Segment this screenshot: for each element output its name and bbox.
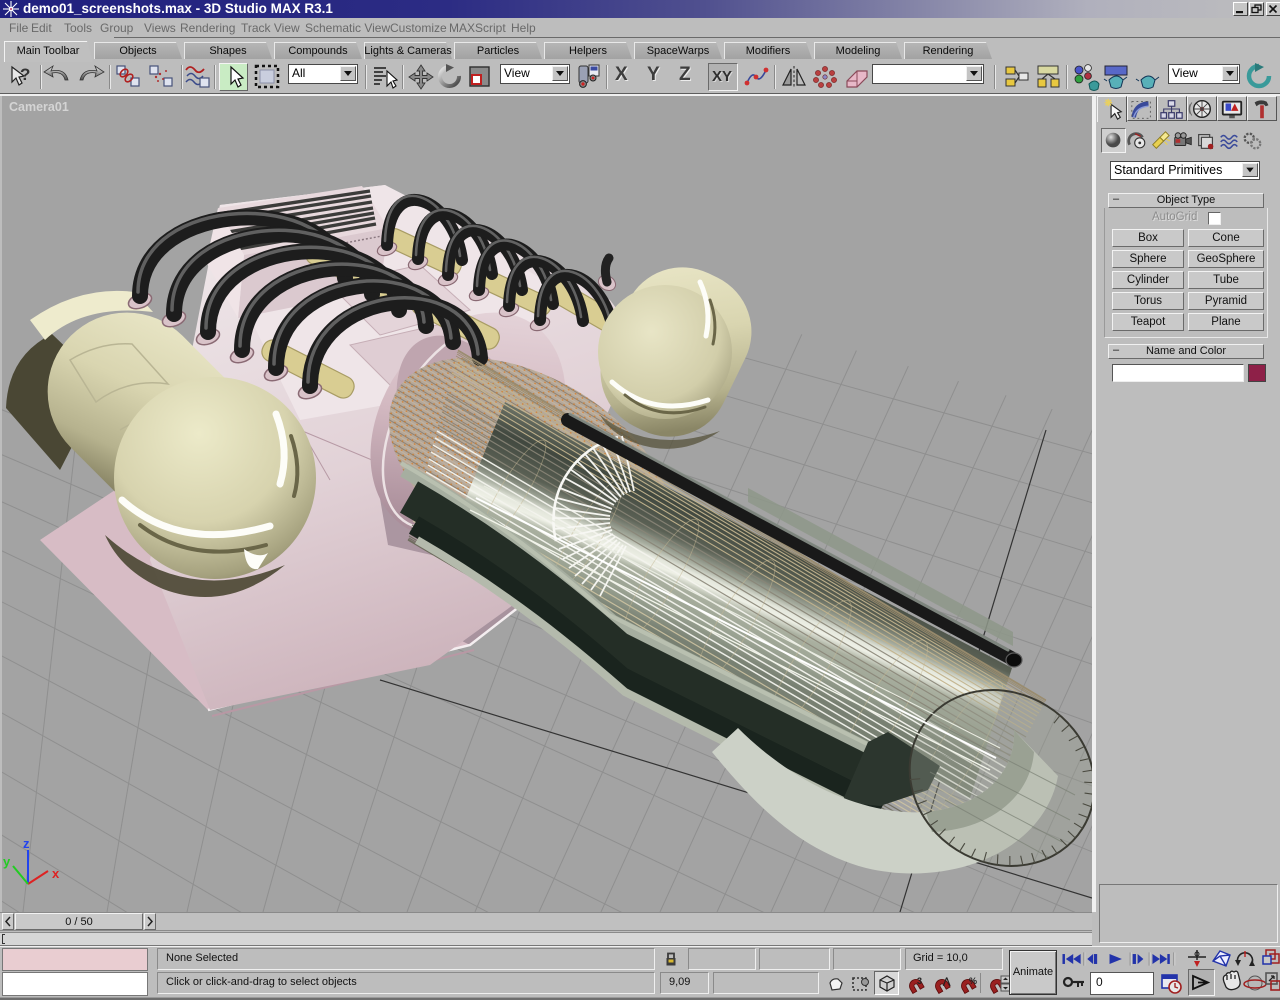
svg-text:⋀: ⋀ bbox=[942, 976, 951, 986]
svg-text:3: 3 bbox=[917, 976, 922, 986]
svg-text:?: ? bbox=[20, 65, 30, 84]
svg-text:z: z bbox=[23, 836, 30, 851]
svg-text:y: y bbox=[3, 854, 11, 869]
svg-text:Camera01: Camera01 bbox=[9, 100, 69, 114]
svg-text:%: % bbox=[969, 976, 977, 986]
svg-text:x: x bbox=[52, 866, 60, 881]
